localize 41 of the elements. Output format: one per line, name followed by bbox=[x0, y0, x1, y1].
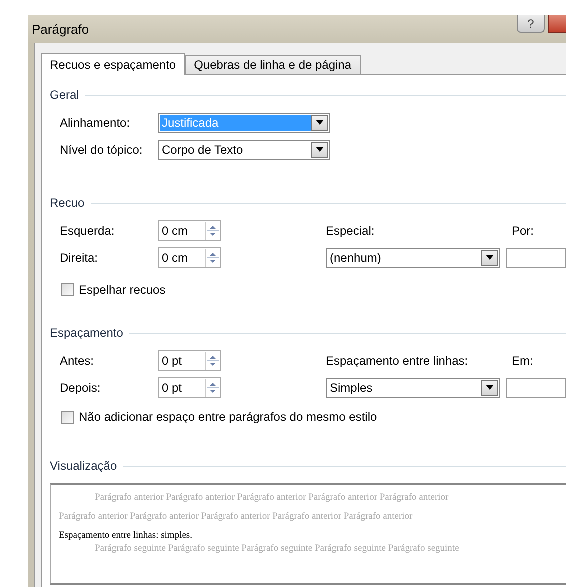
field-label: Direita: bbox=[60, 250, 100, 264]
tab[interactable]: Quebras de linha e de página bbox=[185, 55, 361, 74]
spin-arrows-icon bbox=[205, 222, 220, 240]
preview-text: Parágrafo anterior Parágrafo anterior Parágrafo anterior Parágrafo anterior Parágrafo anterior bbox=[59, 512, 414, 524]
checkbox-label: Não adicionar espaço entre parágrafos do mesmo estilo bbox=[79, 410, 378, 424]
field-label: Espaçamento entre linhas: bbox=[326, 354, 470, 368]
field-label: Alinhamento: bbox=[60, 116, 132, 130]
section-heading: Espaçamento bbox=[50, 326, 124, 340]
section-heading: Recuo bbox=[50, 196, 85, 210]
field-label: Depois: bbox=[60, 380, 102, 394]
checkbox-label: Espelhar recuos bbox=[79, 282, 166, 296]
preview-text: Parágrafo anterior Parágrafo anterior Parágrafo anterior Parágrafo anterior Parágrafo anterior bbox=[94, 493, 450, 505]
field-label: Especial: bbox=[326, 224, 376, 238]
field-label: Antes: bbox=[60, 354, 96, 368]
dropdown[interactable]: Corpo de Texto bbox=[158, 140, 330, 160]
preview-text: Parágrafo seguinte Parágrafo seguinte Parágrafo seguinte Parágrafo seguinte Parágrafo seguinte bbox=[94, 544, 460, 556]
input-field[interactable] bbox=[506, 248, 566, 268]
section-heading: Geral bbox=[50, 88, 80, 102]
spin-field[interactable]: 0 pt bbox=[158, 377, 221, 398]
field-label: Esquerda: bbox=[60, 224, 116, 238]
checkbox[interactable] bbox=[61, 283, 74, 296]
preview-text: Espaçamento entre linhas: simples. bbox=[59, 531, 194, 541]
dropdown[interactable]: (nenhum) bbox=[326, 248, 500, 268]
spin-field[interactable]: 0 cm bbox=[158, 220, 221, 241]
spin-field[interactable]: 0 cm bbox=[158, 247, 221, 268]
field-label: Em: bbox=[512, 354, 534, 368]
dropdown-value: Corpo de Texto bbox=[161, 142, 244, 158]
tab[interactable]: Recuos e espaçamento bbox=[41, 53, 186, 75]
spin-field[interactable]: 0 pt bbox=[158, 350, 221, 371]
checkbox[interactable] bbox=[61, 410, 74, 424]
help-button[interactable]: ? bbox=[517, 15, 545, 33]
spin-arrows-icon bbox=[205, 248, 220, 266]
window-title: Parágrafo bbox=[32, 22, 90, 36]
spin-arrows-icon bbox=[205, 378, 220, 396]
section-heading: Visualização bbox=[50, 459, 118, 473]
dropdown[interactable]: Simples bbox=[326, 378, 500, 398]
field-label: Por: bbox=[512, 224, 534, 238]
field-label: Nível do tópico: bbox=[60, 142, 144, 156]
dropdown-value: Justificada bbox=[160, 114, 311, 130]
spin-arrows-icon bbox=[205, 352, 220, 370]
input-field[interactable] bbox=[506, 378, 566, 398]
